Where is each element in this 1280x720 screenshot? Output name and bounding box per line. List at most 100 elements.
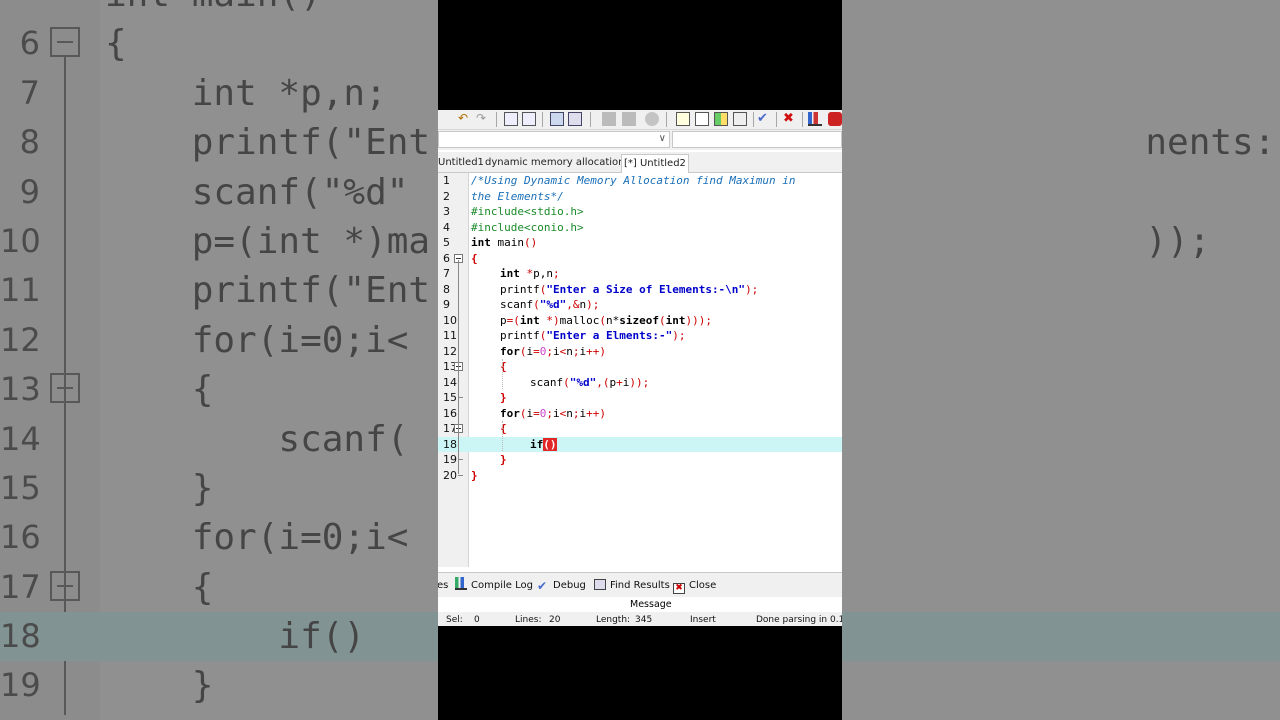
tab-untitled1[interactable]: Untitled1	[438, 154, 486, 172]
redo-icon[interactable]: ↷	[476, 112, 490, 126]
tab-dynamic-memory-allocation[interactable]: dynamic memory allocation.c	[483, 154, 635, 172]
code-text: #include<stdio.h>	[471, 205, 584, 218]
tab-resources[interactable]: es	[438, 577, 448, 595]
window-icon[interactable]	[695, 112, 709, 126]
toolbar: ↶ ↷ ✔ ✖	[438, 110, 842, 130]
letterbox-top	[438, 0, 842, 110]
line-number: 11	[443, 329, 457, 342]
line-number: 12	[443, 344, 457, 358]
code-text: scanf("%d",(p+i));	[530, 375, 650, 389]
line-number: 4	[443, 220, 450, 234]
debug-label: Debug	[553, 580, 586, 591]
indent-guide	[502, 421, 503, 451]
message-column-header[interactable]: Message	[630, 597, 672, 612]
toggle-icon[interactable]	[733, 112, 747, 126]
line-number: 7	[443, 267, 450, 280]
chevron-down-icon[interactable]: ∨	[659, 133, 666, 144]
code-text: {	[500, 422, 507, 435]
check-icon: ✔	[537, 579, 548, 593]
resources-tab-label: es	[438, 580, 449, 591]
find-icon[interactable]	[504, 112, 518, 126]
status-lines-label: Lines:	[515, 615, 542, 625]
code-text: {	[500, 360, 507, 373]
code-line: 5 int main()	[438, 235, 842, 251]
code-line: 8 printf("Enter a Size of Elements:-\n")…	[438, 282, 842, 298]
line-number: 20	[443, 468, 457, 482]
forward-icon[interactable]	[622, 112, 636, 126]
code-text: scanf("%d",&n);	[500, 298, 600, 311]
indent-icon[interactable]	[568, 112, 582, 126]
class-combo-row: ∨	[438, 130, 842, 150]
debug-icon[interactable]	[828, 112, 842, 126]
code-text: printf("Enter a Size of Elements:-\n");	[500, 282, 759, 296]
code-text: if()	[530, 437, 557, 451]
line-number: 19	[443, 453, 457, 466]
line-number: 8	[443, 282, 450, 296]
code-text: }	[471, 468, 478, 482]
code-text: for(i=0;i<n;i++)	[500, 406, 606, 420]
code-line: 14 scanf("%d",(p+i));	[438, 375, 842, 391]
code-line: 7 int *p,n;	[438, 266, 842, 282]
line-number: 1	[443, 174, 450, 187]
code-line: 19 }	[438, 452, 842, 468]
class-browser-combo[interactable]: ∨	[438, 131, 670, 148]
status-mode: Insert	[690, 615, 716, 625]
code-line: 6 {	[438, 251, 842, 267]
fold-end-marker	[458, 474, 463, 476]
compile-log-label: Compile Log	[471, 580, 533, 591]
code-line: 20 }	[438, 468, 842, 484]
line-number: 14	[443, 375, 457, 389]
code-line: 9 scanf("%d",&n);	[438, 297, 842, 313]
find-results-label: Find Results	[610, 580, 670, 591]
replace-icon[interactable]	[522, 112, 536, 126]
code-line: 13 {	[438, 359, 842, 375]
tab-debug[interactable]: ✔ Debug	[537, 577, 586, 595]
code-text: {	[471, 251, 478, 265]
bracket-match-highlight: ()	[543, 437, 557, 451]
line-number: 16	[443, 406, 457, 420]
tab-untitled2[interactable]: [*] Untitled2	[621, 154, 689, 173]
letterbox-bottom	[438, 626, 842, 720]
close-label: Close	[689, 580, 717, 591]
chart-icon	[455, 577, 467, 590]
code-text: }	[500, 453, 507, 466]
tab-compile-log[interactable]: Compile Log	[455, 577, 533, 595]
message-header: Message	[438, 597, 842, 612]
indent-guide	[502, 359, 503, 389]
code-line: 12 for(i=0;i<n;i++)	[438, 344, 842, 360]
line-number: 18	[443, 437, 457, 451]
back-icon[interactable]	[602, 112, 616, 126]
chart-icon[interactable]	[808, 112, 822, 126]
code-text: the Elements*/	[471, 189, 564, 203]
goto-icon[interactable]	[550, 112, 564, 126]
undo-icon[interactable]: ↶	[458, 112, 472, 126]
line-number: 2	[443, 189, 450, 203]
tab-find-results[interactable]: Find Results	[594, 577, 670, 595]
code-line: 1 /*Using Dynamic Memory Allocation find…	[438, 173, 842, 189]
code-line: 3 #include<stdio.h>	[438, 204, 842, 220]
code-text: p=(int *)malloc(n*sizeof(int)));	[500, 313, 712, 327]
function-combo[interactable]	[672, 131, 842, 148]
file-tabs: Untitled1 dynamic memory allocation.c [*…	[438, 152, 842, 173]
close-panel-button[interactable]: ✖ Close	[673, 577, 716, 595]
status-length-label: Length:	[596, 615, 631, 625]
code-editor[interactable]: 1 /*Using Dynamic Memory Allocation find…	[438, 173, 842, 567]
stop-icon[interactable]	[645, 112, 659, 126]
code-text: }	[500, 391, 507, 404]
status-sel-label: Sel:	[446, 615, 463, 625]
code-line: 10 p=(int *)malloc(n*sizeof(int)));	[438, 313, 842, 329]
line-number: 5	[443, 236, 450, 249]
close-red-icon[interactable]: ✖	[783, 112, 797, 126]
grid-icon[interactable]	[714, 112, 728, 126]
code-line: 4 #include<conio.h>	[438, 220, 842, 236]
code-text: for(i=0;i<n;i++)	[500, 344, 606, 358]
check-icon[interactable]: ✔	[757, 112, 771, 126]
status-parse: Done parsing in 0.11	[756, 615, 842, 625]
line-number: 9	[443, 298, 450, 311]
status-sel-value: 0	[474, 615, 480, 625]
new-class-icon[interactable]	[676, 112, 690, 126]
line-number: 10	[443, 313, 457, 327]
code-text: /*Using Dynamic Memory Allocation find M…	[471, 174, 796, 187]
code-line: 15 }	[438, 390, 842, 406]
bottom-panel: es Compile Log ✔ Debug Find Results ✖ Clos…	[438, 572, 842, 626]
